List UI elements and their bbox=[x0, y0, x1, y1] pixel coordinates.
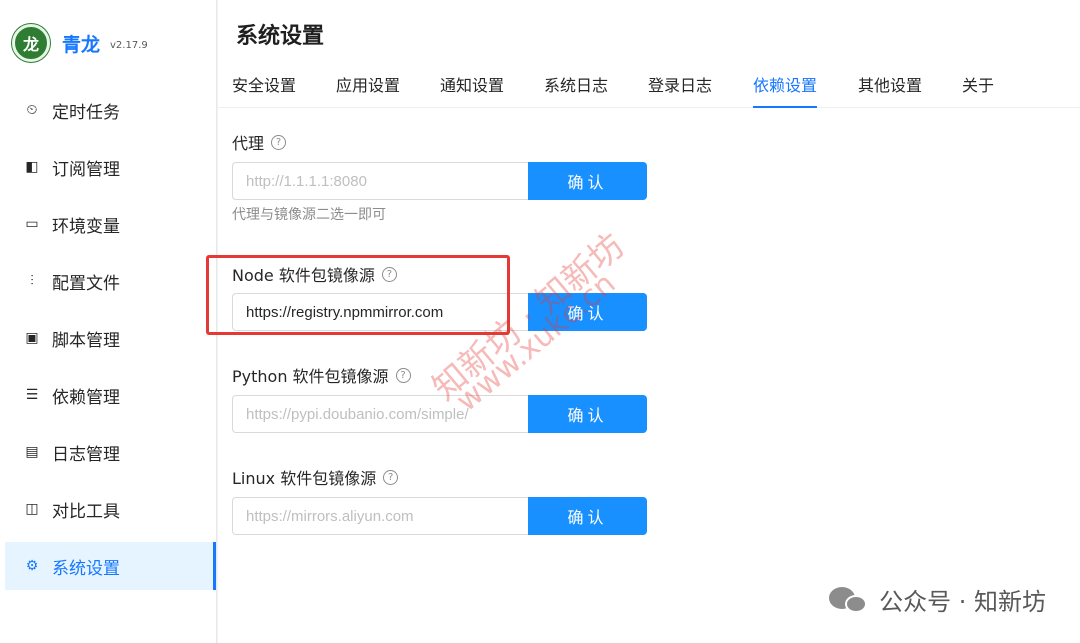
dragon-logo-icon: 龙 bbox=[12, 24, 50, 62]
wechat-credit: 公众号 · 知新坊 bbox=[829, 582, 1046, 617]
tab-other[interactable]: 其他设置 bbox=[858, 66, 922, 108]
question-circle-icon[interactable]: ? bbox=[395, 367, 411, 383]
sidebar-menu: ⏲ 定时任务 ◧ 订阅管理 ▭ 环境变量 ⫶ 配置文件 ▣ 脚本管理 ☰ 依赖管… bbox=[0, 86, 216, 590]
wechat-icon bbox=[829, 585, 869, 615]
node-mirror-confirm-button[interactable]: 确认 bbox=[528, 293, 647, 331]
highlight-box bbox=[206, 255, 510, 335]
settings-tabs: 安全设置 应用设置 通知设置 系统日志 登录日志 依赖设置 其他设置 关于 bbox=[218, 66, 1080, 108]
sidebar-item-dependency[interactable]: ☰ 依赖管理 bbox=[0, 371, 216, 419]
tab-notification[interactable]: 通知设置 bbox=[440, 66, 504, 108]
sidebar-item-label: 依赖管理 bbox=[52, 387, 120, 408]
python-mirror-confirm-button[interactable]: 确认 bbox=[528, 395, 647, 433]
tab-security[interactable]: 安全设置 bbox=[232, 66, 296, 108]
subscription-icon: ◧ bbox=[25, 159, 39, 175]
question-circle-icon[interactable]: ? bbox=[383, 469, 399, 485]
tab-login-log[interactable]: 登录日志 bbox=[648, 66, 712, 108]
tab-app[interactable]: 应用设置 bbox=[336, 66, 400, 108]
main-content: 系统设置 安全设置 应用设置 通知设置 系统日志 登录日志 依赖设置 其他设置 … bbox=[206, 0, 1080, 643]
clock-icon: ⏲ bbox=[26, 102, 38, 118]
gear-icon: ⚙ bbox=[25, 558, 39, 574]
sliders-icon: ⫶ bbox=[30, 273, 34, 289]
linux-mirror-input[interactable] bbox=[232, 497, 528, 535]
linux-mirror-label-text: Linux 软件包镜像源 bbox=[232, 469, 377, 488]
proxy-hint: 代理与镜像源二选一即可 bbox=[232, 207, 386, 223]
tab-about[interactable]: 关于 bbox=[962, 66, 994, 108]
diff-icon: ◫ bbox=[25, 501, 39, 517]
sidebar-item-label: 订阅管理 bbox=[52, 159, 120, 180]
monitor-icon: ▭ bbox=[25, 216, 39, 232]
sidebar-item-env[interactable]: ▭ 环境变量 bbox=[0, 200, 216, 248]
linux-mirror-confirm-button[interactable]: 确认 bbox=[528, 497, 647, 535]
sidebar-item-config[interactable]: ⫶ 配置文件 bbox=[0, 257, 216, 305]
sidebar-item-label: 日志管理 bbox=[52, 444, 120, 465]
sidebar-item-cron[interactable]: ⏲ 定时任务 bbox=[0, 86, 216, 134]
sidebar-item-log[interactable]: ▤ 日志管理 bbox=[0, 428, 216, 476]
log-icon: ▤ bbox=[25, 444, 39, 460]
proxy-label-text: 代理 bbox=[232, 134, 265, 153]
brand-version: v2.17.9 bbox=[110, 39, 148, 51]
sidebar-item-subscription[interactable]: ◧ 订阅管理 bbox=[0, 143, 216, 191]
python-mirror-input[interactable] bbox=[232, 395, 528, 433]
sidebar: 龙 青龙 v2.17.9 ⏲ 定时任务 ◧ 订阅管理 ▭ 环境变量 ⫶ 配置文件… bbox=[0, 0, 217, 643]
page-title: 系统设置 bbox=[236, 24, 325, 49]
tab-system-log[interactable]: 系统日志 bbox=[544, 66, 608, 108]
proxy-label: 代理 ? bbox=[232, 130, 287, 154]
python-mirror-label: Python 软件包镜像源 ? bbox=[232, 363, 411, 387]
proxy-confirm-button[interactable]: 确认 bbox=[528, 162, 647, 200]
sidebar-item-label: 环境变量 bbox=[52, 216, 120, 237]
sidebar-item-label: 系统设置 bbox=[52, 558, 120, 579]
sidebar-item-script[interactable]: ▣ 脚本管理 bbox=[0, 314, 216, 362]
sidebar-item-label: 配置文件 bbox=[52, 273, 120, 294]
list-icon: ☰ bbox=[25, 387, 39, 403]
proxy-input[interactable] bbox=[232, 162, 528, 200]
sidebar-item-label: 对比工具 bbox=[52, 501, 120, 522]
tab-dependency-settings[interactable]: 依赖设置 bbox=[753, 66, 818, 108]
sidebar-item-settings[interactable]: ⚙ 系统设置 bbox=[5, 542, 216, 590]
sidebar-item-diff[interactable]: ◫ 对比工具 bbox=[0, 485, 216, 533]
question-circle-icon[interactable]: ? bbox=[271, 134, 287, 150]
sidebar-item-label: 定时任务 bbox=[52, 102, 120, 123]
sidebar-item-label: 脚本管理 bbox=[52, 330, 120, 351]
wechat-credit-text: 公众号 · 知新坊 bbox=[879, 588, 1046, 616]
python-mirror-label-text: Python 软件包镜像源 bbox=[232, 367, 389, 386]
brand[interactable]: 龙 青龙 v2.17.9 bbox=[0, 0, 216, 86]
brand-name: 青龙 bbox=[62, 33, 101, 56]
terminal-icon: ▣ bbox=[25, 330, 39, 346]
linux-mirror-label: Linux 软件包镜像源 ? bbox=[232, 465, 399, 489]
